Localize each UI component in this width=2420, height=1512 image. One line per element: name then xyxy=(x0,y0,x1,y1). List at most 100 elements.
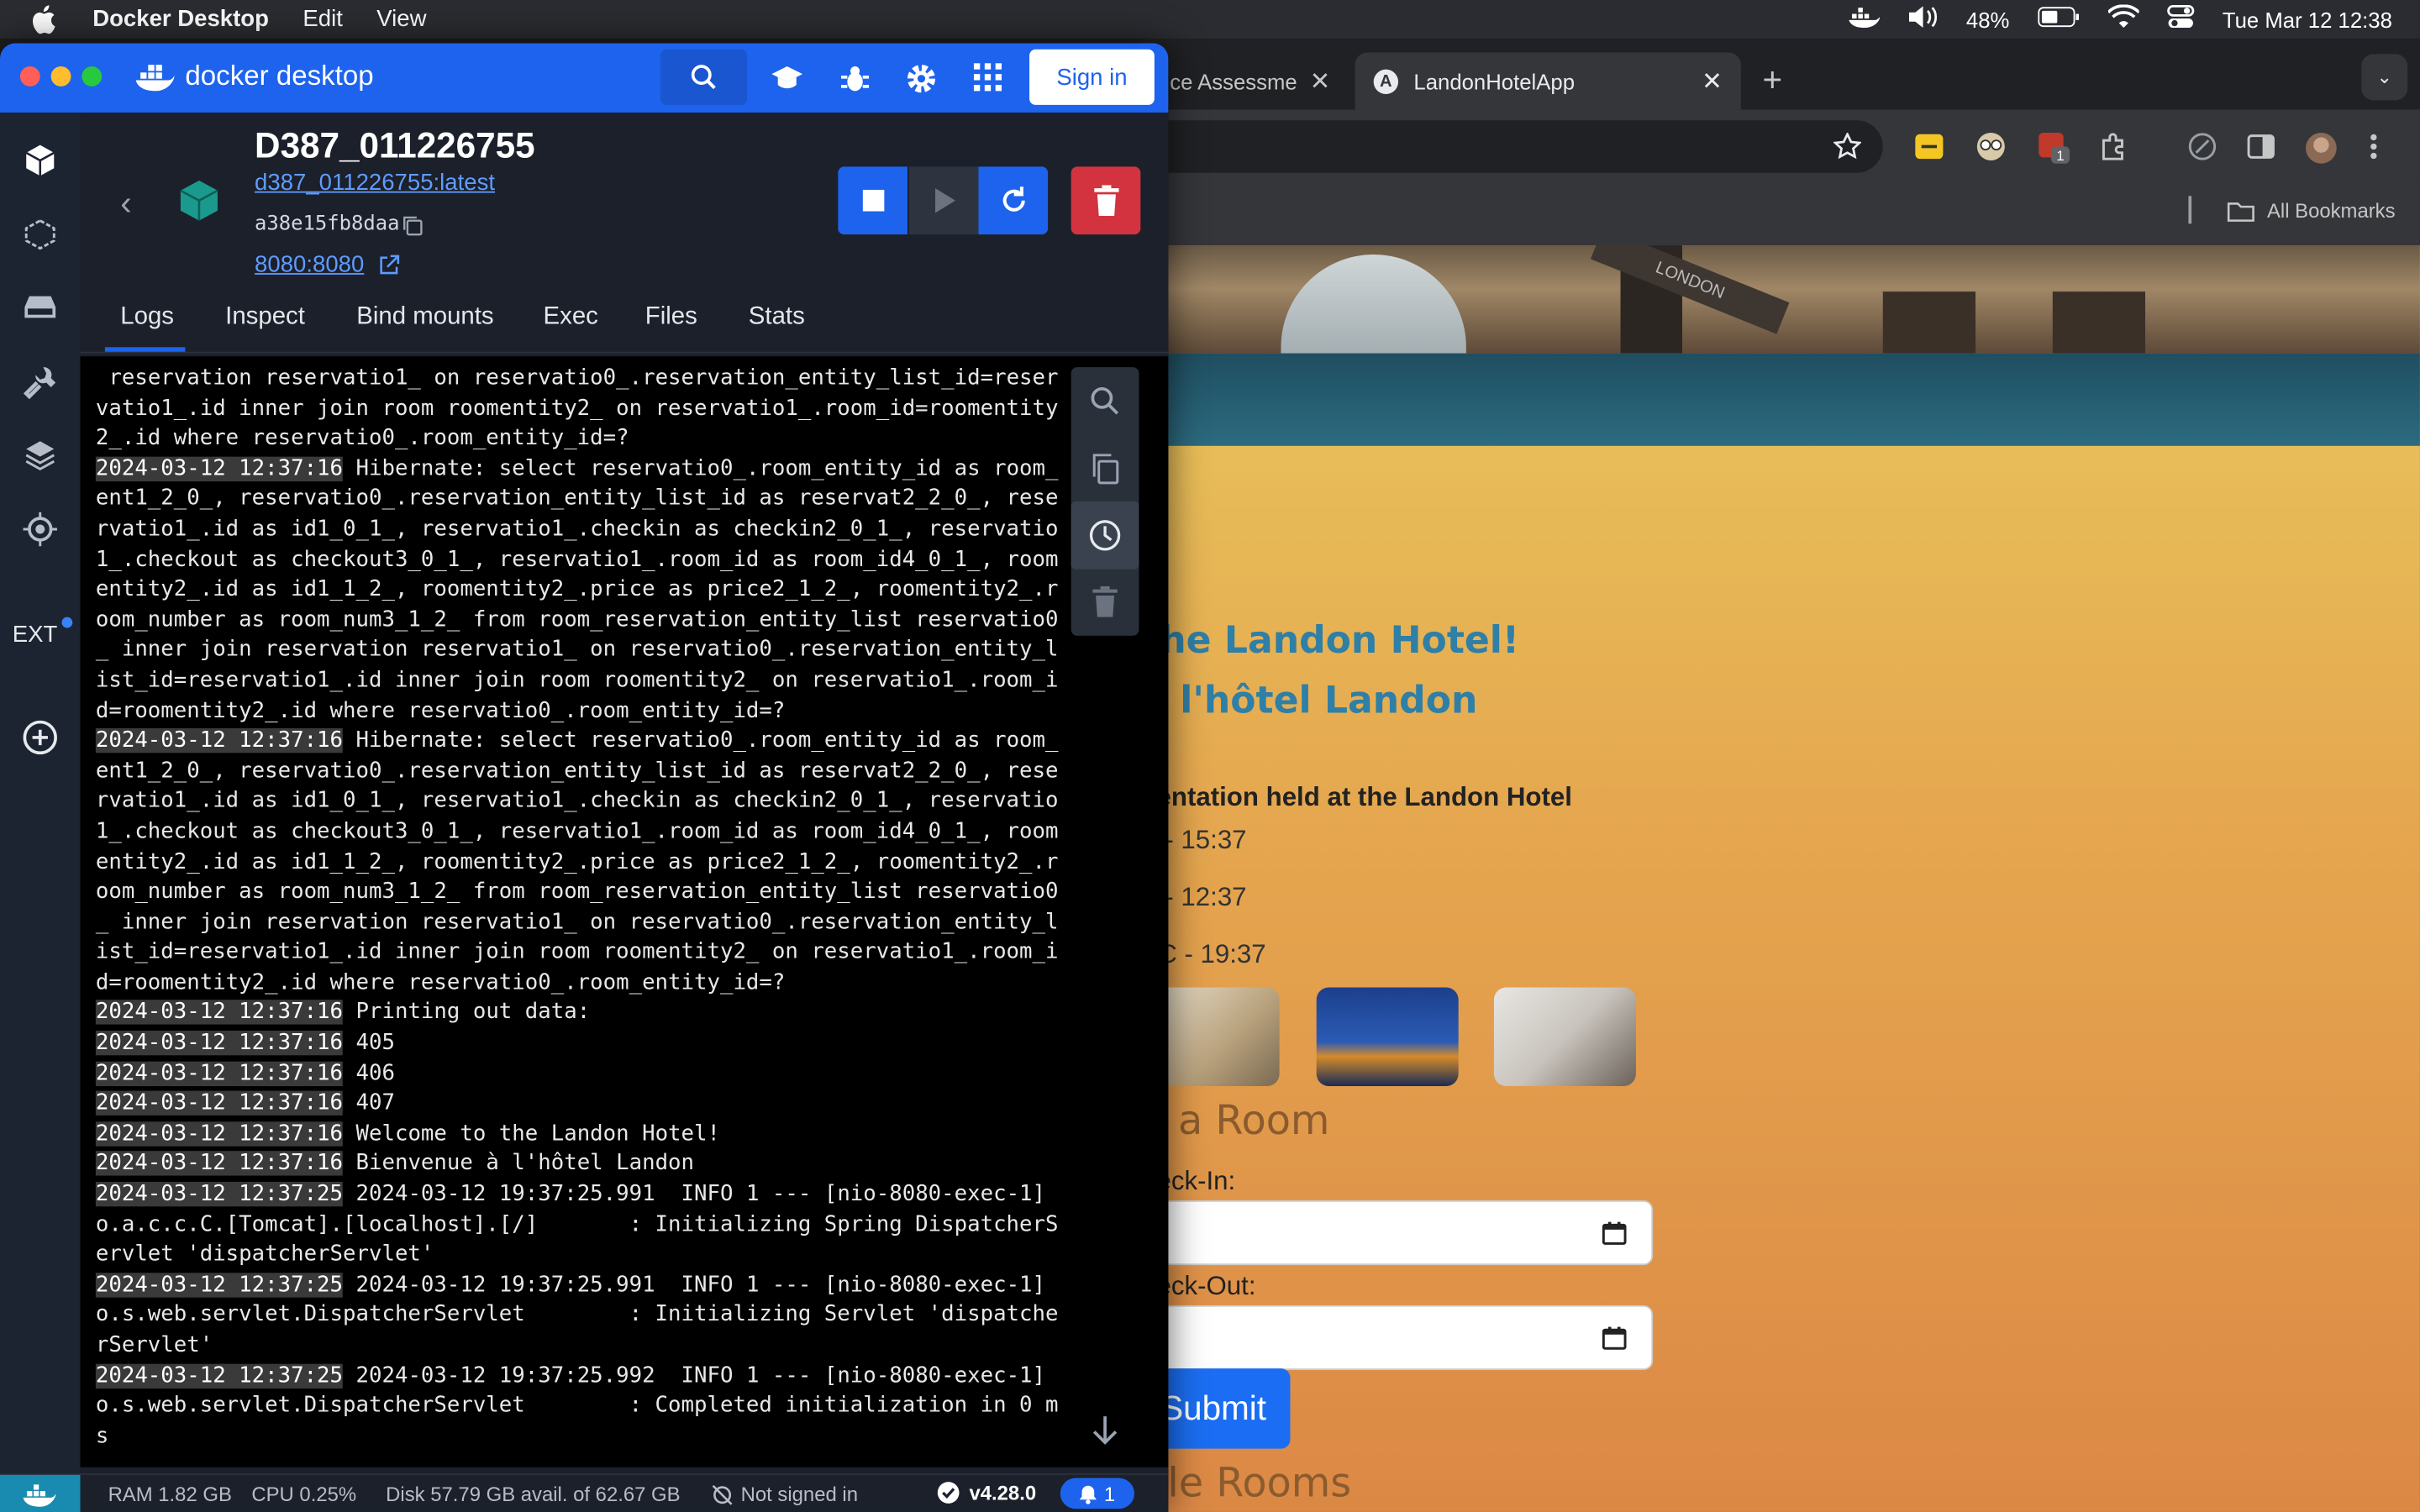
search-icon xyxy=(1091,387,1119,415)
star-icon[interactable] xyxy=(1833,132,1862,160)
menu-view[interactable]: View xyxy=(376,6,426,32)
calendar-icon[interactable] xyxy=(1602,1326,1627,1350)
wedding-thumbnail[interactable] xyxy=(1493,987,1636,1087)
log-timestamp: 2024-03-12 12:37:25 xyxy=(95,1181,344,1207)
chevron-down-icon[interactable]: ⌄ xyxy=(2361,54,2408,101)
clock[interactable]: Tue Mar 12 12:38 xyxy=(2223,7,2392,31)
log-line: 2024-03-12 12:37:16 Printing out data: xyxy=(95,999,1065,1029)
parliament-thumbnail[interactable] xyxy=(1316,987,1459,1087)
logs-panel[interactable]: reservation reservatio1_ on reservatio0_… xyxy=(80,356,1169,1467)
zoom-window-button[interactable] xyxy=(82,66,103,87)
notifications-count: 1 xyxy=(1103,1482,1116,1505)
side-panel-icon[interactable] xyxy=(2245,131,2276,162)
close-icon[interactable]: ✕ xyxy=(1310,66,1331,97)
close-window-button[interactable] xyxy=(19,66,40,87)
address-bar[interactable] xyxy=(1142,120,1883,173)
extension-eyes-icon[interactable] xyxy=(1975,131,2007,162)
checkout-date-input[interactable] xyxy=(1142,1305,1654,1370)
notifications-button[interactable]: 1 xyxy=(1060,1478,1134,1509)
calendar-icon[interactable] xyxy=(1602,1221,1627,1245)
extensions-notification-dot xyxy=(61,617,73,628)
tab-exec[interactable]: Exec xyxy=(544,304,598,332)
battery-percent: 48% xyxy=(1965,7,2010,32)
settings-gear-icon[interactable] xyxy=(904,61,938,95)
wifi-icon[interactable] xyxy=(2107,4,2140,34)
docker-menu-icon[interactable] xyxy=(1849,6,1881,32)
copy-icon xyxy=(1092,454,1119,485)
log-line: 2024-03-12 12:37:16 405 xyxy=(95,1029,1065,1059)
puzzle-icon[interactable] xyxy=(2099,131,2130,162)
back-chevron-icon[interactable]: ‹ xyxy=(120,184,131,224)
docker-logo-text: docker desktop xyxy=(185,60,374,92)
image-link[interactable]: d387_011226755:latest xyxy=(255,170,495,196)
close-icon[interactable]: ✕ xyxy=(1702,66,1723,97)
search-logs-button[interactable] xyxy=(1071,367,1139,435)
scroll-to-bottom-icon[interactable] xyxy=(1086,1412,1123,1449)
log-line: 2024-03-12 12:37:16 Bienvenue à l'hôtel … xyxy=(95,1150,1065,1180)
hero-window xyxy=(2052,291,2146,354)
images-icon[interactable] xyxy=(22,216,59,253)
clear-logs-button[interactable] xyxy=(1071,568,1139,636)
tab-logs[interactable]: Logs xyxy=(120,304,174,332)
menu-app-name[interactable]: Docker Desktop xyxy=(92,6,269,32)
avatar[interactable] xyxy=(2304,131,2337,164)
engine-status-whale-icon[interactable] xyxy=(0,1474,81,1512)
tab-stats[interactable]: Stats xyxy=(749,304,805,332)
search-button[interactable] xyxy=(660,49,747,105)
play-icon xyxy=(934,188,955,213)
bookmarks-bar: All Bookmarks xyxy=(1142,183,2420,246)
extension-badge-icon[interactable]: 1 xyxy=(2037,131,2070,164)
extensions-label[interactable]: EXT xyxy=(13,622,58,648)
external-link-icon[interactable] xyxy=(378,255,400,276)
all-bookmarks-button[interactable]: All Bookmarks xyxy=(2227,199,2396,222)
copy-icon[interactable] xyxy=(402,214,424,236)
tab-bind-mounts[interactable]: Bind mounts xyxy=(356,304,493,332)
log-line: 2024-03-12 12:37:16 406 xyxy=(95,1059,1065,1089)
log-message: Bienvenue à l'hôtel Landon xyxy=(343,1151,695,1177)
extension-yellow-icon[interactable] xyxy=(1914,131,1945,162)
apps-grid-icon[interactable] xyxy=(972,61,1006,95)
volumes-icon[interactable] xyxy=(22,288,59,325)
control-center-icon[interactable] xyxy=(2167,4,2195,34)
learning-center-icon[interactable] xyxy=(771,61,804,95)
battery-icon[interactable] xyxy=(2037,6,2080,32)
browser-tab-landon[interactable]: A LandonHotelApp ✕ xyxy=(1355,52,1741,110)
containers-icon[interactable] xyxy=(22,142,59,179)
checkin-date-input[interactable] xyxy=(1142,1200,1654,1266)
container-cube-icon xyxy=(176,177,222,223)
sign-in-button[interactable]: Sign in xyxy=(1029,49,1155,105)
start-button[interactable] xyxy=(908,166,979,235)
tab-files[interactable]: Files xyxy=(645,304,697,332)
apple-icon[interactable] xyxy=(31,4,59,35)
angular-icon: A xyxy=(1373,68,1399,94)
volume-icon[interactable] xyxy=(1907,5,1939,34)
docker-desktop-window: docker desktop Sign in EXT ‹ D387_011226… xyxy=(0,43,1169,1512)
disk-usage: Disk 57.79 GB avail. of 62.67 GB xyxy=(386,1483,681,1506)
dev-tools-wrench-icon[interactable] xyxy=(22,363,59,400)
timestamps-toggle-button[interactable] xyxy=(1071,501,1139,570)
browser-tab-assessment[interactable]: ce Assessme ✕ xyxy=(1142,52,1349,110)
tab-inspect[interactable]: Inspect xyxy=(225,304,305,332)
troubleshoot-bug-icon[interactable] xyxy=(838,61,871,95)
menu-edit[interactable]: Edit xyxy=(302,6,342,32)
delete-button[interactable] xyxy=(1071,166,1141,235)
more-vert-icon[interactable] xyxy=(2369,131,2400,162)
scout-icon[interactable] xyxy=(22,511,59,548)
minimize-window-button[interactable] xyxy=(50,66,71,87)
restart-button[interactable] xyxy=(978,166,1049,235)
not-signed-in-icon xyxy=(712,1483,733,1504)
port-link[interactable]: 8080:8080 xyxy=(255,251,364,277)
log-timestamp: 2024-03-12 12:37:16 xyxy=(95,1061,344,1086)
leaf-icon[interactable] xyxy=(2187,131,2218,162)
log-line: 2024-03-12 12:37:25 2024-03-12 19:37:25.… xyxy=(95,1362,1065,1452)
version-badge[interactable]: v4.28.0 xyxy=(937,1481,1036,1504)
browser-toolbar: 1 xyxy=(1142,109,2420,184)
add-extension-icon[interactable] xyxy=(22,719,59,756)
new-tab-icon[interactable]: + xyxy=(1763,60,1783,101)
cpu-usage: CPU 0.25% xyxy=(251,1483,357,1506)
builds-icon[interactable] xyxy=(22,437,59,474)
log-timestamp: 2024-03-12 12:37:16 xyxy=(95,1091,344,1116)
stop-button[interactable] xyxy=(838,166,908,235)
copy-logs-button[interactable] xyxy=(1071,435,1139,503)
sign-in-status[interactable]: Not signed in xyxy=(712,1483,858,1506)
